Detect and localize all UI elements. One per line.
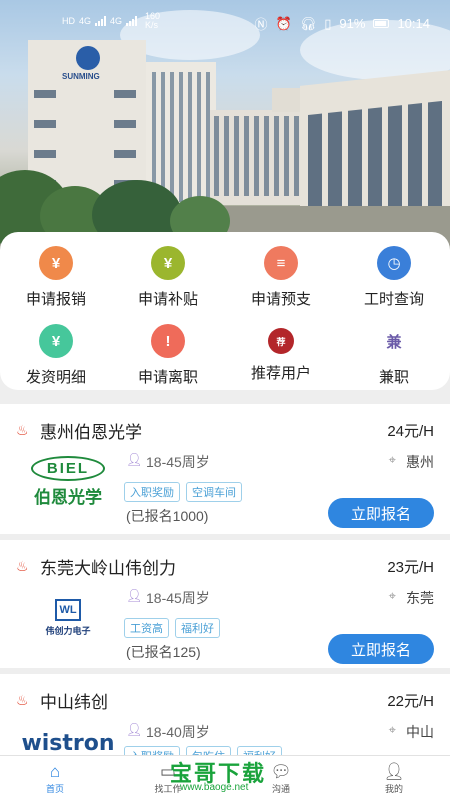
age-range: 18-45周岁 (146, 454, 210, 470)
job-title: 东莞大岭山伟创力 (40, 559, 176, 578)
hot-fire-icon: ♨ (16, 692, 29, 708)
company-logo-icon (76, 46, 100, 70)
job-salary: 23元/H (387, 559, 434, 576)
signal-icon (95, 16, 107, 26)
tab-profile[interactable]: 👤︎ 我的 (349, 762, 439, 795)
quick-menu-card: ¥ 申请报销 ¥ 申请补贴 ≡ 申请预支 ◷ 工时查询 ¥ 发资明细 ! 申请离… (0, 232, 450, 390)
money-bag-icon: ¥ (39, 246, 73, 280)
job-title: 中山纬创 (40, 693, 108, 712)
job-card[interactable]: ♨ 惠州伯恩光学 24元/H BIEL 伯恩光学 👤︎ 18-45周岁 ⌖ 惠州… (0, 404, 450, 534)
watermark: 宝哥下载 www.baoge.net (170, 761, 267, 793)
part-time-icon: 兼 (377, 324, 411, 358)
battery-percent: 91% (339, 16, 366, 31)
signup-count: (已报名125) (126, 644, 201, 660)
tag: 工资高 (124, 618, 169, 638)
job-card[interactable]: ♨ 中山纬创 22元/H wistron 👤︎ 18-40周岁 ⌖ 中山 入职奖… (0, 674, 450, 766)
menu-apply-resign[interactable]: ! 申请离职 (112, 324, 224, 387)
hot-fire-icon: ♨ (16, 558, 29, 574)
job-salary: 24元/H (387, 423, 434, 440)
location-pin-icon: ⌖ (388, 588, 396, 603)
job-location: 东莞 (406, 590, 434, 606)
person-icon: 👤︎ (126, 588, 143, 603)
building-sign: SUNMING (62, 72, 100, 81)
tag: 入职奖励 (124, 482, 180, 502)
signal-icon (126, 16, 138, 26)
exclamation-icon: ! (151, 324, 185, 358)
person-icon: 👤︎ (126, 452, 143, 467)
location-pin-icon: ⌖ (388, 452, 396, 467)
tab-home[interactable]: ⌂ 首页 (10, 762, 100, 795)
job-salary: 22元/H (387, 693, 434, 710)
job-location: 中山 (406, 724, 434, 740)
status-bar: HD 4G 4G 160 K/s Ⓝ ⏰ 🎧︎ ▯ 91% 10:14 (62, 11, 430, 33)
recommend-icon: 荐 (268, 328, 294, 354)
apply-now-button[interactable]: 立即报名 (328, 634, 434, 664)
age-range: 18-45周岁 (146, 590, 210, 606)
menu-part-time[interactable]: 兼 兼职 (338, 324, 450, 387)
nfc-icon: Ⓝ (254, 17, 268, 32)
tag: 福利好 (175, 618, 220, 638)
salary-icon: ¥ (39, 324, 73, 358)
menu-apply-reimbursement[interactable]: ¥ 申请报销 (0, 246, 112, 309)
user-icon: 👤︎ (383, 762, 405, 781)
signup-count: (已报名1000) (126, 508, 209, 524)
alarm-icon: ⏰ (275, 15, 292, 31)
job-tags: 工资高 福利好 (124, 618, 220, 638)
menu-apply-subsidy[interactable]: ¥ 申请补贴 (112, 246, 224, 309)
hd-label: HD (62, 16, 75, 26)
clock-time: 10:14 (397, 16, 430, 31)
headphones-icon: 🎧︎ (299, 15, 317, 31)
menu-salary-details[interactable]: ¥ 发资明细 (0, 324, 112, 387)
network-speed: 160 K/s (145, 11, 161, 30)
vibrate-icon: ▯ (324, 15, 332, 31)
person-icon: 👤︎ (126, 722, 143, 737)
location-pin-icon: ⌖ (388, 722, 396, 737)
company-logo: WL 伟创力电子 (16, 586, 120, 650)
job-tags: 入职奖励 空调车间 (124, 482, 242, 502)
home-icon: ⌂ (49, 762, 61, 781)
apply-now-button[interactable]: 立即报名 (328, 498, 434, 528)
tag: 空调车间 (186, 482, 242, 502)
battery-icon (373, 19, 390, 28)
menu-work-hours[interactable]: ◷ 工时查询 (338, 246, 450, 309)
job-location: 惠州 (406, 454, 434, 470)
menu-apply-advance[interactable]: ≡ 申请预支 (225, 246, 337, 309)
clock-icon: ◷ (377, 246, 411, 280)
document-icon: ≡ (264, 246, 298, 280)
menu-recommend-user[interactable]: 荐 推荐用户 (225, 324, 337, 383)
company-logo: BIEL 伯恩光学 (16, 450, 120, 514)
money-bag-icon: ¥ (151, 246, 185, 280)
hot-fire-icon: ♨ (16, 422, 29, 438)
job-title: 惠州伯恩光学 (40, 423, 142, 442)
job-card[interactable]: ♨ 东莞大岭山伟创力 23元/H WL 伟创力电子 👤︎ 18-45周岁 ⌖ 东… (0, 540, 450, 668)
age-range: 18-40周岁 (146, 724, 210, 740)
building (210, 110, 310, 205)
